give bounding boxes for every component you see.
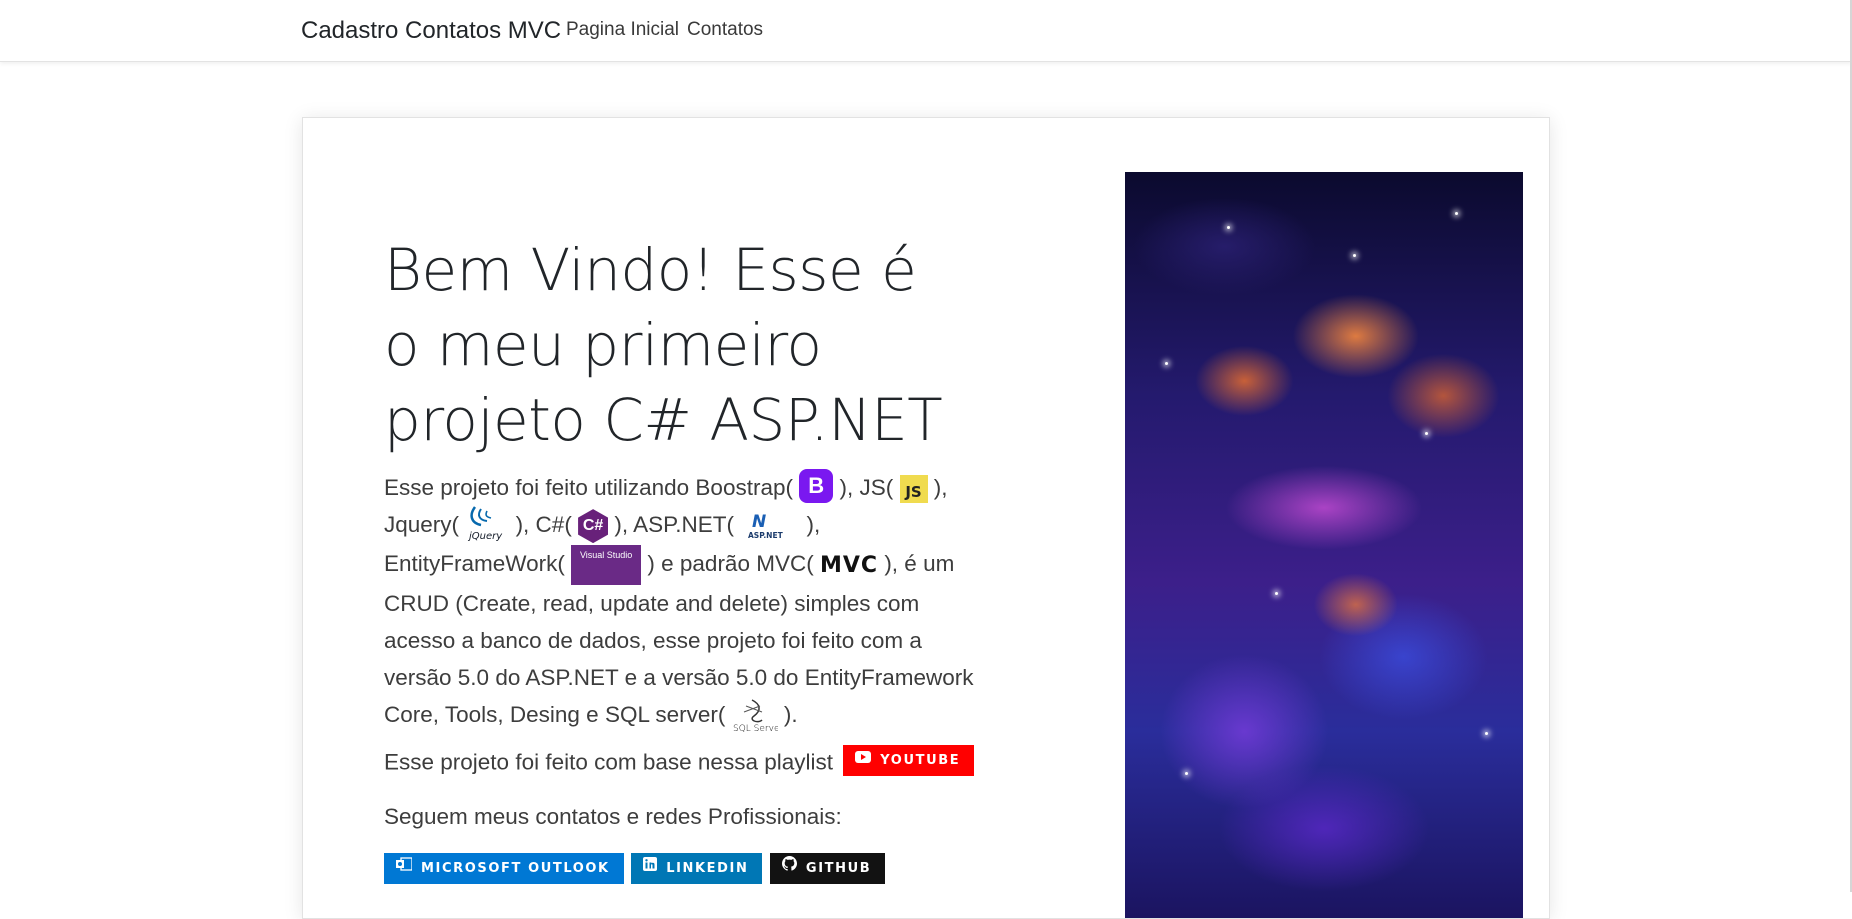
page-title: Bem Vindo! Esse é o meu primeiro projeto… xyxy=(384,236,943,454)
description-text-2: ), JS( xyxy=(839,475,894,500)
contacts-text: Seguem meus contatos e redes Profissiona… xyxy=(384,804,842,829)
star xyxy=(1165,362,1168,365)
javascript-icon: JS xyxy=(899,475,928,504)
mvc-icon: MVC xyxy=(819,552,879,578)
outlook-button[interactable]: MICROSOFT OUTLOOK xyxy=(384,853,624,884)
star xyxy=(1275,592,1278,595)
csharp-icon: C# xyxy=(578,509,609,544)
svg-text:jQuery: jQuery xyxy=(467,531,503,542)
star xyxy=(1353,254,1356,257)
description-text-7: ) e padrão MVC( xyxy=(647,551,814,577)
navbar: Cadastro Contatos MVC Pagina Inicial Con… xyxy=(0,0,1852,62)
youtube-icon xyxy=(855,744,872,775)
github-label: GITHUB xyxy=(805,861,872,876)
nebula-image xyxy=(1125,172,1523,918)
social-buttons: MICROSOFT OUTLOOK LINKEDIN GITHUB xyxy=(384,853,888,884)
jquery-icon: jQuery xyxy=(465,505,509,543)
outlook-label: MICROSOFT OUTLOOK xyxy=(421,861,610,876)
star xyxy=(1485,732,1488,735)
nav-link-pagina-inicial[interactable]: Pagina Inicial xyxy=(566,19,679,41)
playlist-text: Esse projeto foi feito com base nessa pl… xyxy=(384,749,833,775)
playlist-paragraph: Esse projeto foi feito com base nessa pl… xyxy=(384,744,975,779)
star xyxy=(1227,226,1230,229)
description-text-9: ). xyxy=(783,702,798,728)
star xyxy=(1455,212,1458,215)
aspnet-icon: N ASP.NET xyxy=(740,510,800,542)
description-text-5: ), ASP.NET( xyxy=(614,512,734,538)
linkedin-icon xyxy=(643,852,658,883)
star xyxy=(1185,772,1188,775)
nav-link-contatos[interactable]: Contatos xyxy=(687,19,763,41)
outlook-icon xyxy=(396,852,413,883)
linkedin-label: LINKEDIN xyxy=(666,861,749,876)
visual-studio-icon: Visual Studio xyxy=(571,545,642,586)
svg-text:SQL Server: SQL Server xyxy=(733,724,778,734)
description-text-1: Esse projeto foi feito utilizando Boostr… xyxy=(384,475,793,500)
bootstrap-icon: B xyxy=(799,469,834,504)
github-button[interactable]: GITHUB xyxy=(769,852,886,884)
visual-studio-label: Visual Studio xyxy=(579,550,633,561)
navbar-brand[interactable]: Cadastro Contatos MVC xyxy=(301,17,561,45)
svg-text:N: N xyxy=(752,512,766,532)
sql-server-icon: SQL Server xyxy=(732,698,783,734)
linkedin-button[interactable]: LINKEDIN xyxy=(631,852,763,884)
youtube-label: YOUTUBE xyxy=(880,753,961,768)
youtube-button[interactable]: YOUTUBE xyxy=(843,744,975,776)
bootstrap-icon-letter: B xyxy=(808,473,825,499)
star xyxy=(1425,432,1428,435)
description-text-4: ), C#( xyxy=(515,512,572,538)
github-icon xyxy=(781,852,797,883)
svg-text:ASP.NET: ASP.NET xyxy=(748,531,784,540)
project-description: Esse projeto foi feito utilizando Boostr… xyxy=(384,469,984,734)
welcome-card: Bem Vindo! Esse é o meu primeiro projeto… xyxy=(302,117,1550,919)
description-text-8: ), é um CRUD (Create, read, update and d… xyxy=(384,551,974,728)
